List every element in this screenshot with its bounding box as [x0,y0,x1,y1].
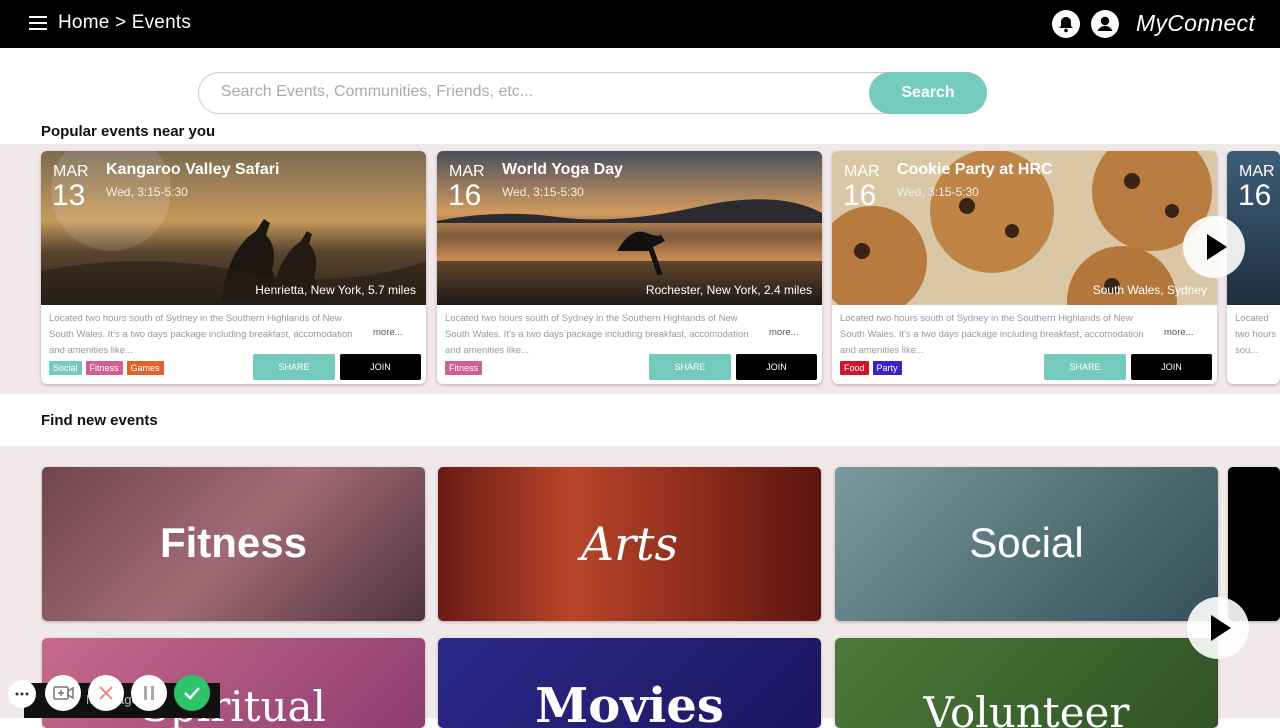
category-label: Arts [580,517,679,571]
tag[interactable]: Social [49,361,82,375]
event-title[interactable]: Cookie Party at HRC [897,161,1053,179]
tag[interactable]: Party [872,361,902,375]
tag[interactable]: Fitness [445,361,483,375]
brand-logo: MyConnect [1136,10,1256,36]
category-label: Movies [535,678,724,728]
event-time: Wed, 3:15-5:30 [502,185,584,199]
join-button[interactable]: JOIN [1131,354,1212,380]
next-arrow-icon[interactable] [1183,216,1245,278]
event-card[interactable]: MAR 16 Cookie Party at HRC Wed, 3:15-5:3… [832,151,1217,384]
category-tile-peek[interactable] [1228,467,1280,621]
event-tags: Fitness [445,361,483,375]
tag[interactable]: Games [126,361,164,375]
event-location: South Wales, Sydney [1092,283,1207,297]
next-arrow-icon[interactable] [1187,597,1249,659]
event-photo: MAR 13 Kangaroo Valley Safari Wed, 3:15-… [41,151,426,305]
event-time: Wed, 3:15-5:30 [106,185,188,199]
camera-icon[interactable] [45,675,81,711]
more-link[interactable]: more... [373,327,403,338]
event-tags: Social Fitness Games [49,361,164,375]
event-photo: MAR 16 World Yoga Day Wed, 3:15-5:30 Roc… [437,151,822,305]
find-events-title: Find new events [41,412,158,429]
popular-events-title: Popular events near you [41,123,216,140]
notification-bell-icon[interactable] [1052,10,1080,38]
category-label: Volunteer [923,688,1130,728]
category-tile-movies[interactable]: Movies [438,638,821,728]
more-options-icon[interactable] [8,680,36,708]
event-description: Located two hours south of Sydney in the… [445,313,749,356]
category-tile-social[interactable]: Social [835,467,1218,621]
event-title[interactable]: Kangaroo Valley Safari [106,161,279,179]
breadcrumb[interactable]: Home > Events [58,12,191,34]
join-button[interactable]: JOIN [340,354,421,380]
top-bar: Home > Events MyConnect [0,0,1280,48]
event-description: Located two hours south of Sydney in the… [840,313,1144,356]
event-tags: Food Party [840,361,902,375]
event-card[interactable]: MAR 13 Kangaroo Valley Safari Wed, 3:15-… [41,151,426,384]
event-description: Located two hours sou... [1235,313,1277,356]
category-tile-volunteer[interactable]: Volunteer [835,638,1218,728]
event-day: 16 [843,179,877,212]
user-profile-icon[interactable] [1091,10,1119,38]
event-card[interactable]: MAR 16 World Yoga Day Wed, 3:15-5:30 Roc… [437,151,822,384]
category-label: Fitness [159,519,308,566]
share-button[interactable]: SHARE [649,354,731,380]
more-link[interactable]: more... [769,327,799,338]
share-button[interactable]: SHARE [1044,354,1126,380]
event-description: Located two hours south of Sydney in the… [49,313,353,356]
pause-icon[interactable] [131,675,167,711]
more-link[interactable]: more... [1164,327,1194,338]
event-location: Henrietta, New York, 5.7 miles [255,283,416,297]
tag[interactable]: Food [840,361,869,375]
search-button[interactable]: Search [869,72,987,114]
check-icon[interactable] [174,675,210,711]
category-label: Social [969,519,1084,566]
close-icon[interactable] [88,675,124,711]
event-photo: MAR 16 Cookie Party at HRC Wed, 3:15-5:3… [832,151,1217,305]
menu-icon[interactable] [29,16,47,30]
join-button[interactable]: JOIN [736,354,817,380]
event-title[interactable]: World Yoga Day [502,161,623,179]
event-day: 13 [52,179,86,212]
search-bar: Search [198,72,987,114]
search-input[interactable] [221,83,841,101]
event-day: 16 [1238,179,1272,212]
tag[interactable]: Fitness [85,361,123,375]
category-tile-arts[interactable]: Arts [438,467,821,621]
category-tile-fitness[interactable]: Fitness [42,467,425,621]
event-time: Wed, 3:15-5:30 [897,185,979,199]
share-button[interactable]: SHARE [253,354,335,380]
event-location: Rochester, New York, 2.4 miles [645,283,812,297]
event-day: 16 [448,179,482,212]
